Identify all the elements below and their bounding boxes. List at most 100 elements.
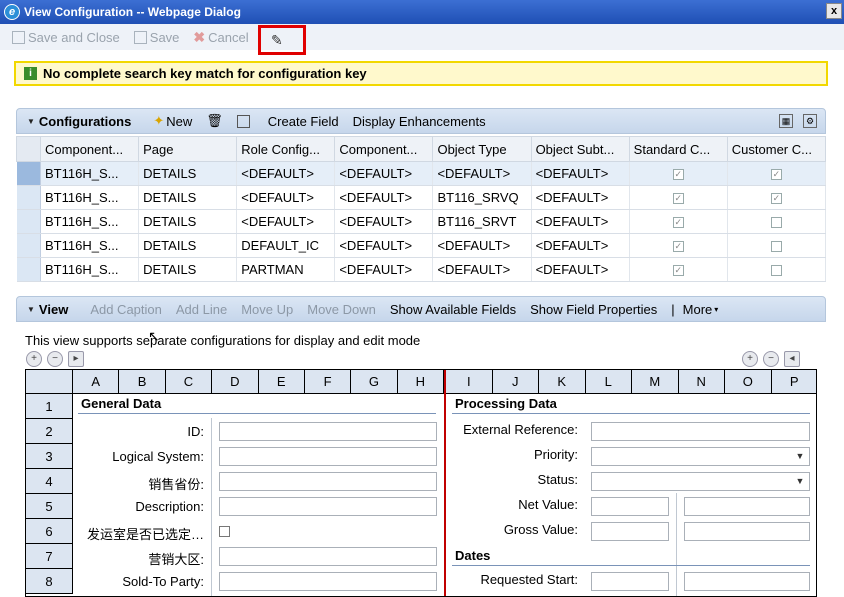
field-input[interactable] [219, 422, 437, 441]
scroll-left-icon[interactable]: ◂ [784, 351, 800, 367]
row-number-header[interactable]: 2 [26, 419, 73, 444]
column-header[interactable]: Standard C... [628, 136, 728, 162]
row-number-header[interactable]: 8 [26, 569, 73, 594]
table-cell: <DEFAULT> [531, 233, 630, 258]
field-input[interactable] [591, 572, 669, 591]
create-field-button[interactable]: Create Field [268, 114, 339, 129]
remove-column-icon[interactable]: − [47, 351, 63, 367]
row-number-header[interactable]: 4 [26, 469, 73, 494]
field-input[interactable] [591, 522, 669, 541]
column-letter-header[interactable]: O [725, 370, 772, 394]
display-enhancements-button[interactable]: Display Enhancements [353, 114, 486, 129]
field-input[interactable] [684, 497, 810, 516]
field-input[interactable] [219, 447, 437, 466]
pencil-edit-icon[interactable]: ✎ [271, 32, 287, 48]
export-icon[interactable]: ▦ [779, 114, 793, 128]
row-number-header[interactable]: 6 [26, 519, 73, 544]
row-selector[interactable] [16, 233, 42, 258]
add-column-icon[interactable]: + [26, 351, 42, 367]
field-input[interactable] [219, 497, 437, 516]
copy-button[interactable] [236, 114, 254, 128]
table-row[interactable]: BT116H_S... DETAILS <DEFAULT> <DEFAULT> BT11… [16, 185, 827, 210]
settings-icon[interactable]: ⚙ [803, 114, 817, 128]
new-button[interactable]: ✦ New [153, 113, 192, 129]
column-letter-header[interactable]: P [771, 370, 816, 394]
field-input[interactable] [684, 522, 810, 541]
column-letter-header[interactable]: A [73, 370, 120, 394]
show-field-properties-button[interactable]: Show Field Properties [530, 302, 657, 317]
column-letter-header[interactable]: D [212, 370, 259, 394]
column-header[interactable]: Object Type [432, 136, 532, 162]
save-button[interactable]: Save [133, 30, 179, 45]
table-row[interactable]: BT116H_S... DETAILS DEFAULT_IC <DEFAULT> <DE… [16, 233, 827, 258]
table-row[interactable]: BT116H_S... DETAILS PARTMAN <DEFAULT> <DEFAU… [16, 257, 827, 282]
column-header[interactable]: Role Config... [236, 136, 336, 162]
field-input[interactable] [219, 572, 437, 591]
column-letter-header[interactable]: E [258, 370, 305, 394]
dates-caption: Dates [455, 548, 491, 563]
row-selector[interactable] [16, 209, 42, 234]
remove-column-icon[interactable]: − [763, 351, 779, 367]
column-letter-header[interactable]: H [397, 370, 444, 394]
move-up-button[interactable]: Move Up [241, 302, 293, 317]
add-caption-button[interactable]: Add Caption [90, 302, 162, 317]
edit-button-highlight[interactable]: ✎ [258, 25, 306, 55]
show-available-fields-button[interactable]: Show Available Fields [390, 302, 516, 317]
table-cell [727, 257, 827, 282]
column-letter-header[interactable]: F [304, 370, 352, 394]
row-number-header[interactable]: 7 [26, 544, 73, 569]
priority-dropdown[interactable]: ▼ [591, 447, 810, 466]
table-cell: DETAILS [138, 185, 238, 210]
row-number-header[interactable]: 1 [26, 394, 73, 419]
scroll-right-icon[interactable]: ▸ [68, 351, 84, 367]
shipping-selected-checkbox[interactable] [219, 526, 230, 537]
column-letter-header[interactable]: I [446, 370, 493, 394]
select-all-cell[interactable] [15, 136, 42, 162]
row-selector[interactable] [16, 161, 42, 186]
field-input[interactable] [591, 422, 810, 441]
add-line-button[interactable]: Add Line [176, 302, 227, 317]
row-number-header[interactable]: 5 [26, 494, 73, 519]
close-window-button[interactable]: x [826, 3, 842, 19]
add-column-icon[interactable]: + [742, 351, 758, 367]
field-input[interactable] [684, 572, 810, 591]
column-header[interactable]: Component... [40, 136, 140, 162]
column-header[interactable]: Customer C... [726, 136, 827, 162]
window-titlebar: e View Configuration -- Webpage Dialog x [0, 0, 844, 24]
table-row[interactable]: BT116H_S... DETAILS <DEFAULT> <DEFAULT> <DEF… [16, 161, 827, 186]
standard-config-checkbox: ✓ [672, 241, 684, 253]
column-letter-header[interactable]: G [351, 370, 398, 394]
chevron-down-icon[interactable]: ▼ [791, 473, 809, 490]
field-input[interactable] [219, 472, 437, 491]
column-letter-header[interactable]: L [585, 370, 632, 394]
collapse-triangle-icon[interactable]: ▼ [27, 117, 35, 126]
standard-config-checkbox: ✓ [672, 265, 684, 277]
table-cell: BT116H_S... [40, 233, 140, 258]
move-down-button[interactable]: Move Down [307, 302, 376, 317]
status-dropdown[interactable]: ▼ [591, 472, 810, 491]
column-letter-header[interactable]: C [165, 370, 213, 394]
column-letter-header[interactable]: B [119, 370, 166, 394]
field-label: Description: [135, 499, 204, 514]
chevron-down-icon[interactable]: ▼ [791, 448, 809, 465]
row-number-header[interactable]: 3 [26, 444, 73, 469]
row-selector[interactable] [16, 257, 42, 282]
collapse-triangle-icon[interactable]: ▼ [27, 305, 35, 314]
column-letter-header[interactable]: K [539, 370, 586, 394]
delete-button[interactable]: 🗑 [206, 113, 223, 129]
column-letter-header[interactable]: J [492, 370, 539, 394]
more-menu[interactable]: More ▾ [683, 302, 719, 317]
field-input[interactable] [219, 547, 437, 566]
column-header[interactable]: Component... [334, 136, 434, 162]
table-cell: BT116_SRVT [432, 209, 532, 234]
mouse-cursor-icon: ↖ [148, 328, 160, 344]
column-letter-header[interactable]: M [632, 370, 679, 394]
column-header[interactable]: Object Subt... [530, 136, 630, 162]
column-letter-header[interactable]: N [678, 370, 725, 394]
column-header[interactable]: Page [138, 136, 238, 162]
row-selector[interactable] [16, 185, 42, 210]
cancel-button[interactable]: ✖ Cancel [193, 29, 248, 46]
save-and-close-button[interactable]: Save and Close [12, 30, 120, 45]
table-row[interactable]: BT116H_S... DETAILS <DEFAULT> <DEFAULT> BT11… [16, 209, 827, 234]
field-input[interactable] [591, 497, 669, 516]
